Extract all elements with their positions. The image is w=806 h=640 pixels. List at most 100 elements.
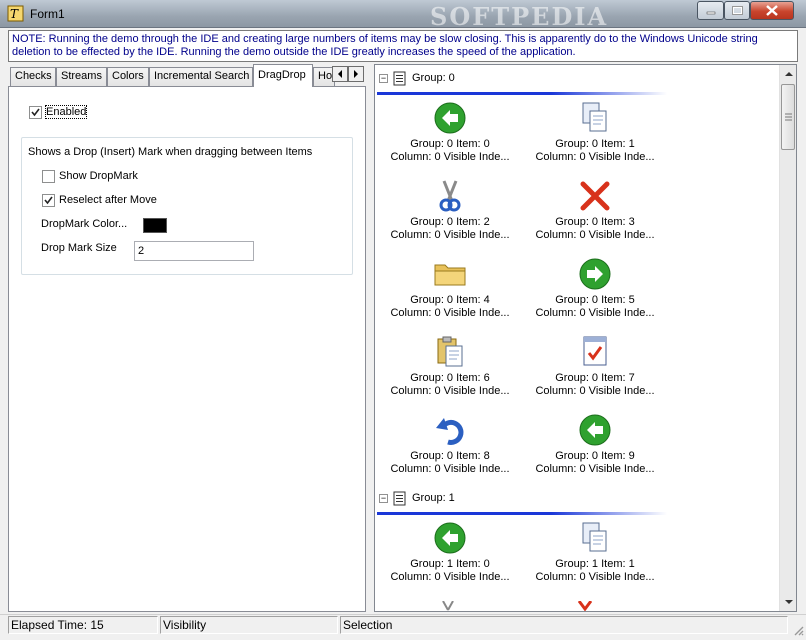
item-subcaption: Column: 0 Visible Inde... <box>535 571 655 583</box>
undo-icon <box>432 412 468 448</box>
visibility-panel: Visibility <box>160 616 338 634</box>
item-subcaption: Column: 0 Visible Inde... <box>390 571 510 583</box>
scissors-icon <box>432 178 468 214</box>
item-caption: Group: 1 Item: 0 <box>410 558 490 570</box>
elapsed-time-panel: Elapsed Time: 15 <box>8 616 158 634</box>
vertical-scrollbar[interactable] <box>779 65 796 611</box>
checked-document-icon <box>577 334 613 370</box>
item-caption: Group: 0 Item: 8 <box>410 450 490 462</box>
minimize-button[interactable] <box>697 1 724 20</box>
dropmark-size-input[interactable] <box>134 241 254 261</box>
scissors-icon <box>442 601 454 611</box>
list-item[interactable]: Group: 0 Item: 5 Column: 0 Visible Inde..… <box>520 256 670 330</box>
show-dropmark-checkbox[interactable] <box>42 170 55 183</box>
group-header[interactable]: − Group: 0 <box>377 70 777 88</box>
enabled-checkbox[interactable] <box>29 106 42 119</box>
back-arrow-icon <box>577 412 613 448</box>
item-subcaption: Column: 0 Visible Inde... <box>535 463 655 475</box>
paste-icon <box>432 334 468 370</box>
chevron-up-icon <box>784 71 793 76</box>
back-arrow-icon <box>432 520 468 556</box>
chevron-left-icon <box>338 70 342 78</box>
list-item[interactable]: Group: 1 Item: 1 Column: 0 Visible Inde..… <box>520 520 670 594</box>
checkmark-icon <box>31 108 40 117</box>
tab-strip: Checks Streams Colors Incremental Search… <box>8 64 366 87</box>
item-subcaption: Column: 0 Visible Inde... <box>390 229 510 241</box>
collapse-toggle[interactable]: − <box>379 494 388 503</box>
selection-panel: Selection <box>340 616 788 634</box>
scroll-up-button[interactable] <box>780 65 796 82</box>
settings-panel: Checks Streams Colors Incremental Search… <box>8 64 366 612</box>
forward-arrow-icon <box>577 256 613 292</box>
delete-x-icon <box>578 601 592 611</box>
grip-icon <box>785 113 792 121</box>
scroll-down-button[interactable] <box>780 593 796 610</box>
tab-colors[interactable]: Colors <box>107 67 149 86</box>
chevron-right-icon <box>354 70 358 78</box>
reselect-after-move-label[interactable]: Reselect after Move <box>59 194 157 206</box>
show-dropmark-label[interactable]: Show DropMark <box>59 170 138 182</box>
list-item[interactable]: Group: 0 Item: 1 Column: 0 Visible Inde..… <box>520 100 670 174</box>
list-view[interactable]: − Group: 0 Group: 0 Item: 0 Column: 0 Vis… <box>374 64 797 612</box>
item-caption: Group: 0 Item: 4 <box>410 294 490 306</box>
enabled-label[interactable]: Enabled <box>44 105 88 119</box>
item-caption: Group: 0 Item: 0 <box>410 138 490 150</box>
folder-icon <box>432 256 468 292</box>
back-arrow-icon <box>432 100 468 136</box>
item-subcaption: Column: 0 Visible Inde... <box>390 463 510 475</box>
item-caption: Group: 0 Item: 9 <box>555 450 635 462</box>
item-subcaption: Column: 0 Visible Inde... <box>535 229 655 241</box>
list-item[interactable]: Group: 0 Item: 0 Column: 0 Visible Inde..… <box>375 100 525 174</box>
groupbox-caption: Shows a Drop (Insert) Mark when dragging… <box>28 146 313 158</box>
group-list-icon <box>393 491 406 506</box>
item-caption: Group: 0 Item: 5 <box>555 294 635 306</box>
status-bar: Elapsed Time: 15 Visibility Selection <box>0 614 806 640</box>
scroll-thumb[interactable] <box>781 84 795 150</box>
tab-incremental-search[interactable]: Incremental Search <box>149 67 253 86</box>
tab-scroll-left-button[interactable] <box>332 66 348 82</box>
maximize-button[interactable] <box>724 1 750 20</box>
item-subcaption: Column: 0 Visible Inde... <box>390 307 510 319</box>
resize-grip-icon[interactable] <box>792 624 804 636</box>
item-subcaption: Column: 0 Visible Inde... <box>535 307 655 319</box>
group-divider <box>377 92 667 95</box>
dropmark-size-label: Drop Mark Size <box>41 242 117 254</box>
close-button[interactable] <box>750 1 794 20</box>
tab-streams[interactable]: Streams <box>56 67 107 86</box>
copy-icon <box>577 100 613 136</box>
item-caption: Group: 0 Item: 7 <box>555 372 635 384</box>
dragdrop-tab-page: Enabled Shows a Drop (Insert) Mark when … <box>8 86 366 612</box>
app-logo-icon: T <box>7 5 24 22</box>
collapse-toggle[interactable]: − <box>379 74 388 83</box>
list-item[interactable]: Group: 0 Item: 3 Column: 0 Visible Inde..… <box>520 178 670 252</box>
item-caption: Group: 0 Item: 2 <box>410 216 490 228</box>
list-item[interactable]: Group: 0 Item: 4 Column: 0 Visible Inde..… <box>375 256 525 330</box>
watermark-logo: SOFTPEDIA <box>430 2 609 31</box>
chevron-down-icon <box>784 599 793 604</box>
item-subcaption: Column: 0 Visible Inde... <box>535 151 655 163</box>
list-item[interactable]: Group: 1 Item: 0 Column: 0 Visible Inde..… <box>375 520 525 594</box>
list-item[interactable]: Group: 0 Item: 7 Column: 0 Visible Inde..… <box>520 334 670 408</box>
list-item[interactable]: Group: 0 Item: 2 Column: 0 Visible Inde..… <box>375 178 525 252</box>
tab-dragdrop[interactable]: DragDrop <box>253 64 313 87</box>
minimize-icon <box>706 11 715 14</box>
delete-x-icon <box>577 178 613 214</box>
list-item[interactable]: Group: 0 Item: 6 Column: 0 Visible Inde..… <box>375 334 525 408</box>
maximize-icon <box>731 6 743 15</box>
tab-scroll-right-button[interactable] <box>348 66 364 82</box>
title-bar: T Form1 SOFTPEDIA <box>0 0 806 31</box>
item-caption: Group: 0 Item: 3 <box>555 216 635 228</box>
panel-splitter[interactable] <box>366 64 374 612</box>
item-caption: Group: 0 Item: 1 <box>555 138 635 150</box>
window-title: Form1 <box>30 7 65 21</box>
list-item[interactable]: Group: 0 Item: 8 Column: 0 Visible Inde..… <box>375 412 525 486</box>
list-item[interactable]: Group: 0 Item: 9 Column: 0 Visible Inde..… <box>520 412 670 486</box>
group-label: Group: 0 <box>412 72 455 84</box>
group-header[interactable]: − Group: 1 <box>377 490 777 508</box>
group-divider <box>377 512 667 515</box>
checkmark-icon <box>44 196 53 205</box>
reselect-after-move-checkbox[interactable] <box>42 194 55 207</box>
dropmark-color-label[interactable]: DropMark Color... <box>41 218 127 230</box>
dropmark-color-swatch[interactable] <box>143 218 167 233</box>
tab-checks[interactable]: Checks <box>10 67 56 86</box>
